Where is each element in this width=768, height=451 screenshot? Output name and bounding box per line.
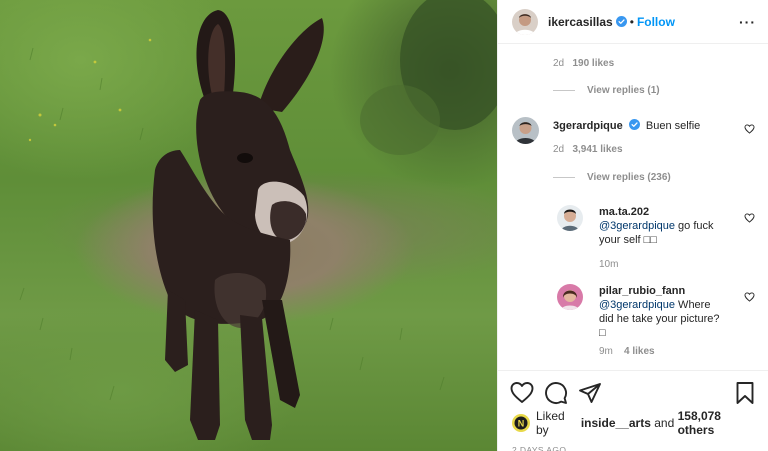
comment-likes[interactable]: 190 likes — [572, 58, 614, 69]
reply-username[interactable]: pilar_rubio_fann — [599, 285, 685, 297]
comment-bubble-icon[interactable] — [544, 381, 568, 405]
view-replies-label[interactable]: View replies (236) — [587, 172, 671, 183]
reply-matat: ma.ta.202 @3gerardpique go fuck your sel… — [498, 205, 768, 270]
reply-text-line1: Where — [675, 299, 711, 311]
verified-badge-icon — [628, 119, 640, 130]
post-photo[interactable] — [0, 0, 497, 451]
author-avatar[interactable] — [512, 8, 538, 35]
liker-avatar[interactable]: N — [512, 414, 530, 432]
commenter-avatar[interactable] — [557, 205, 583, 231]
liked-by-prefix: Liked by — [536, 409, 565, 437]
post-footer: N Liked by inside__arts and 158,078 othe… — [498, 370, 768, 451]
comment-username[interactable]: 3gerardpique — [553, 120, 623, 132]
reply-age: 9m — [599, 346, 613, 357]
view-replies-first[interactable]: View replies (1) — [498, 85, 768, 96]
reply-likes[interactable]: 4 likes — [624, 346, 655, 357]
reply-mention[interactable]: @3gerardpique — [599, 220, 675, 232]
liked-by-count[interactable]: 158,078 others — [678, 409, 755, 437]
svg-text:N: N — [518, 418, 525, 428]
post-header: ikercasillas • Follow ··· — [498, 0, 768, 44]
donkey — [152, 10, 324, 440]
comments-list[interactable]: 2d 190 likes View replies (1) 3gerardpiq… — [498, 45, 768, 370]
post-date[interactable]: 2 DAYS AGO — [498, 437, 768, 451]
comment-meta-first: 2d 190 likes — [498, 58, 768, 69]
reply-text-line2: your self □□ — [599, 234, 657, 246]
view-replies-label[interactable]: View replies (1) — [587, 85, 660, 96]
more-horizontal-icon[interactable]: ··· — [739, 14, 756, 30]
comment-age: 2d — [553, 58, 565, 69]
liked-by-user[interactable]: inside__arts — [581, 416, 651, 430]
heart-icon[interactable] — [744, 124, 755, 134]
view-replies-pique[interactable]: View replies (236) — [498, 172, 768, 183]
comment-pique: 3gerardpique Buen selfie 2d 3,941 likes — [498, 117, 768, 155]
reply-mention[interactable]: @3gerardpique — [599, 299, 675, 311]
author-username[interactable]: ikercasillas — [548, 15, 613, 29]
comment-age: 2d — [553, 144, 565, 155]
reply-text-line2: did he take your picture? — [599, 313, 720, 325]
comment-text: Buen selfie — [645, 120, 701, 132]
bookmark-icon[interactable] — [733, 381, 757, 405]
commenter-avatar[interactable] — [557, 284, 583, 310]
likes-summary: N Liked by inside__arts and 158,078 othe… — [498, 407, 768, 437]
heart-icon[interactable] — [744, 213, 755, 223]
follow-button[interactable]: Follow — [637, 15, 675, 29]
header-separator: • — [629, 14, 634, 29]
liked-by-middle: and — [654, 416, 675, 430]
heart-icon[interactable] — [744, 292, 755, 302]
donkey-photo-illustration — [19, 0, 497, 440]
action-bar — [498, 371, 768, 407]
reply-text-line3: □ — [599, 327, 606, 339]
post-sidebar: ikercasillas • Follow ··· 2d 190 likes V… — [497, 0, 768, 451]
view-replies-line — [553, 90, 575, 91]
reply-pilar: pilar_rubio_fann @3gerardpique Where did… — [498, 284, 768, 357]
view-replies-line — [553, 177, 575, 178]
reply-age: 10m — [599, 259, 619, 270]
comment-likes[interactable]: 3,941 likes — [572, 144, 622, 155]
commenter-avatar[interactable] — [512, 117, 539, 144]
paper-plane-icon[interactable] — [578, 381, 602, 405]
reply-username[interactable]: ma.ta.202 — [599, 206, 649, 218]
verified-badge-icon — [615, 16, 627, 27]
heart-icon[interactable] — [510, 381, 534, 405]
reply-text-line1: go fuck — [675, 220, 714, 232]
